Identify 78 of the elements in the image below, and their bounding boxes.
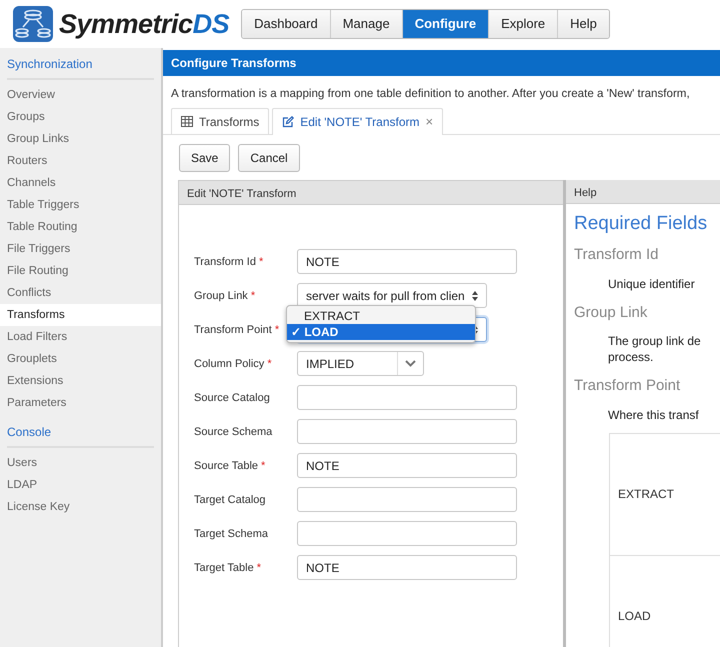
required-icon: *	[274, 324, 280, 336]
panel-header: Help	[566, 180, 720, 204]
action-button[interactable]: Save	[179, 144, 230, 172]
sidebar-item[interactable]: Users	[0, 452, 161, 474]
sidebar-item[interactable]: Channels	[0, 172, 161, 194]
sidebar-item[interactable]: LDAP	[0, 474, 161, 496]
field-label: Target Catalog	[194, 492, 267, 508]
input-field[interactable]	[297, 419, 517, 444]
logo-icon	[13, 6, 53, 42]
sidebar-item[interactable]: Routers	[0, 150, 161, 172]
sidebar-item[interactable]: Table Triggers	[0, 194, 161, 216]
tab-label: Edit 'NOTE' Transform	[300, 114, 420, 132]
sidebar-item[interactable]: Extensions	[0, 370, 161, 392]
help-term: Transform Point	[574, 376, 682, 396]
description-text: A transformation is a mapping from one table definition to another. After you create a 'New' transform,	[170, 86, 691, 102]
tab[interactable]: Edit 'NOTE' Transform ×	[272, 108, 444, 135]
sidebar-item[interactable]: Load Filters	[0, 326, 161, 348]
sidebar-item[interactable]: Table Routing	[0, 216, 161, 238]
sidebar-item[interactable]: Conflicts	[0, 282, 161, 304]
help-term: Group Link	[574, 302, 648, 323]
required-icon: *	[250, 290, 256, 302]
table-cell: EXTRACT	[610, 434, 720, 556]
field-label: Source Catalog	[194, 390, 271, 406]
field-label: Target Table *	[194, 560, 262, 576]
sidebar-section-title: Console	[7, 420, 154, 448]
table-icon	[181, 116, 193, 128]
combo-field[interactable]: IMPLIED	[297, 351, 424, 376]
input-field[interactable]: NOTE	[297, 555, 517, 580]
field-label: Source Schema	[194, 424, 274, 440]
sidebar-item[interactable]: Transforms	[0, 304, 161, 326]
field-label: Column Policy *	[194, 356, 273, 372]
input-field[interactable]	[297, 385, 517, 410]
input-field[interactable]	[297, 521, 517, 546]
help-description: Where this transf	[608, 406, 700, 423]
required-icon: *	[256, 562, 262, 574]
panel-header: Edit 'NOTE' Transform	[179, 180, 563, 205]
nav-tab[interactable]: Help	[558, 10, 609, 38]
required-icon: *	[267, 358, 272, 370]
help-term: Transform Id	[574, 245, 660, 266]
sidebar-item[interactable]: File Routing	[0, 260, 161, 282]
dropdown-option[interactable]: EXTRACT	[287, 308, 475, 324]
help-description: process.	[608, 349, 654, 366]
field-label: Source Table *	[194, 458, 266, 474]
sidebar-item[interactable]: License Key	[0, 496, 161, 518]
required-icon: *	[261, 460, 266, 472]
sidebar-item[interactable]: Group Links	[0, 128, 161, 150]
input-field[interactable]: NOTE	[297, 249, 517, 274]
sidebar-section-title: Synchronization	[7, 52, 154, 80]
page-title: Configure Transforms	[163, 50, 720, 76]
tab[interactable]: Transforms	[171, 108, 270, 134]
help-description: The group link de	[608, 333, 702, 350]
dropdown-option[interactable]: ✓ LOAD	[287, 324, 475, 340]
table-cell: LOAD	[610, 556, 720, 647]
nav-tab[interactable]: Manage	[330, 10, 403, 38]
sidebar-item[interactable]: Parameters	[0, 392, 161, 414]
nav-tab[interactable]: Explore	[489, 10, 558, 38]
logo-text: SymmetricDS	[59, 8, 230, 41]
field-label: Transform Id *	[194, 254, 264, 270]
edit-icon	[282, 116, 294, 128]
tab-label: Transforms	[199, 114, 260, 131]
sidebar-item[interactable]: Groups	[0, 106, 161, 128]
sidebar-item[interactable]: File Triggers	[0, 238, 161, 260]
required-icon: *	[258, 256, 264, 268]
check-icon: ✓	[291, 324, 301, 339]
sidebar-item[interactable]: Grouplets	[0, 348, 161, 370]
action-button[interactable]: Cancel	[238, 144, 300, 172]
nav-tab[interactable]: Dashboard	[242, 10, 331, 38]
input-field[interactable]: NOTE	[297, 453, 517, 478]
nav-tab[interactable]: Configure	[402, 10, 490, 38]
chevron-down-icon	[405, 360, 416, 368]
input-field[interactable]	[297, 487, 517, 512]
field-label: Group Link *	[194, 288, 256, 304]
field-label: Target Schema	[194, 526, 269, 542]
close-icon[interactable]: ×	[426, 112, 434, 132]
help-description: Unique identifier	[608, 276, 696, 292]
sidebar-item[interactable]: Overview	[0, 84, 161, 106]
updown-arrows-icon	[472, 290, 478, 301]
help-heading: Required Fields	[574, 212, 708, 236]
